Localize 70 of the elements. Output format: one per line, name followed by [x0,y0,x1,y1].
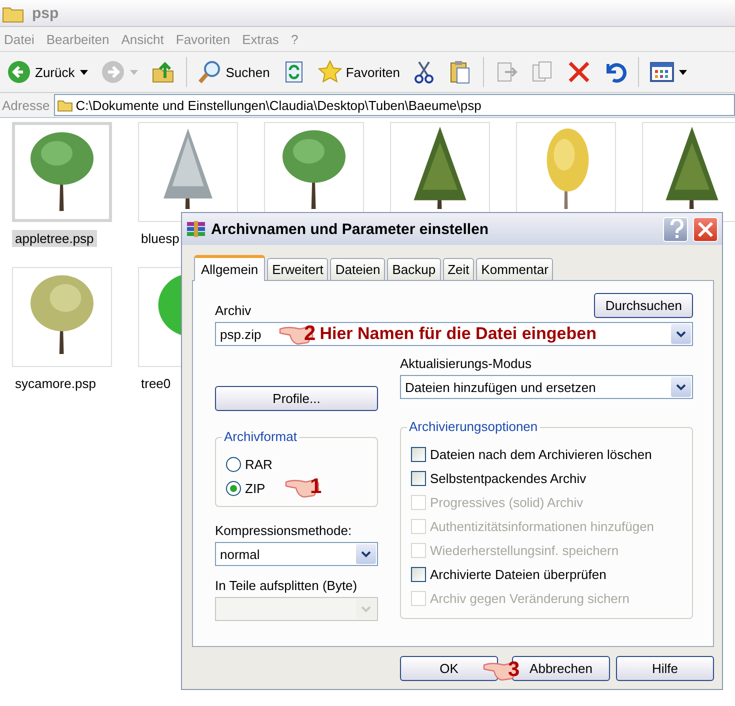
profiles-button[interactable]: Profile... [215,386,378,411]
address-field[interactable]: C:\Dokumente und Einstellungen\Claudia\Desktop\Tuben\Baeume\psp [54,94,735,116]
option-label: Archiv gegen Veränderung sichern [430,590,630,606]
file-name[interactable]: sycamore.psp [12,375,99,392]
dialog-button[interactable]: Hilfe [616,656,714,681]
thumbnail[interactable] [12,122,112,222]
move-document-icon [495,60,520,84]
views-icon [650,60,674,84]
thumbnail[interactable] [138,122,238,222]
split-label: In Teile aufsplitten (Byte) [215,578,358,593]
option-label: Dateien nach dem Archivieren löschen [430,446,652,462]
checkbox[interactable] [411,470,426,486]
annotation-text: Hier Namen für die Datei eingeben [320,324,596,344]
option-label: Wiederherstellungsinf. speichern [430,542,619,558]
archive-name-field[interactable]: psp.zip 2 Hier Namen für die Datei eingeben [215,322,693,346]
thumbnail[interactable] [642,122,735,222]
tab[interactable]: Zeit [442,258,474,280]
option-label: Progressives (solid) Archiv [430,494,584,510]
option-label: Archivierte Dateien überprüfen [430,566,606,582]
option-label: Selbstentpackendes Archiv [430,470,586,486]
address-label: Adresse [2,98,50,112]
caret-icon [128,68,139,76]
file-name[interactable]: appletree.psp [12,230,97,247]
close-icon [696,220,715,238]
step-number: 1 [310,475,322,499]
option-label: RAR [245,456,272,472]
favorites-button[interactable]: Favoriten [314,58,404,86]
compression-label: Kompressionsmethode: [215,523,353,538]
checkbox[interactable] [411,446,426,462]
dialog-title: Archivnamen und Parameter einstellen [211,220,490,238]
group-title: Archivierungsoptionen [407,419,540,434]
chevron-down-icon [360,604,372,614]
update-mode-dropdown[interactable]: Dateien hinzufügen und ersetzen [400,375,693,399]
scissors-icon [412,60,436,84]
back-button[interactable]: Zurück [4,58,92,86]
archive-label: Archiv [215,303,252,318]
browse-button[interactable]: Durchsuchen [594,293,693,318]
folder-up-icon [150,60,175,84]
tab[interactable]: Dateien [330,258,386,280]
radio-button[interactable] [226,480,241,496]
search-icon [198,60,222,84]
close-button[interactable] [693,216,718,242]
thumbnail[interactable] [12,267,112,367]
tab[interactable]: Allgemein [194,255,266,281]
chevron-down-icon [675,329,687,339]
help-button[interactable] [663,216,688,242]
tab[interactable]: Erweitert [267,258,328,280]
star-icon [318,60,342,84]
delete-icon [567,60,592,84]
radio-button[interactable] [226,456,241,472]
chevron-down-icon [675,382,687,392]
option-label: ZIP [245,480,266,496]
clipboard-icon [448,60,472,84]
update-mode-label: Aktualisierungs-Modus [400,356,533,371]
tab[interactable]: Kommentar [476,258,554,280]
tab[interactable]: Backup [387,258,441,280]
caret-icon [78,68,89,76]
search-button[interactable]: Suchen [194,58,273,86]
caret-icon [678,68,688,76]
step-number: 2 [304,322,316,346]
compression-dropdown[interactable]: normal [215,542,378,566]
file-name[interactable]: tree0 [138,375,174,392]
archive-books-icon [186,219,206,239]
dialog-button[interactable]: OK [400,656,498,681]
group-title: Archivformat [222,429,299,444]
file-name[interactable]: bluesp [138,230,182,247]
chevron-down-icon [360,549,372,559]
window-title: psp [32,4,59,22]
option-label: Authentizitätsinformationen hinzufügen [430,518,654,534]
checkbox[interactable] [411,566,426,582]
